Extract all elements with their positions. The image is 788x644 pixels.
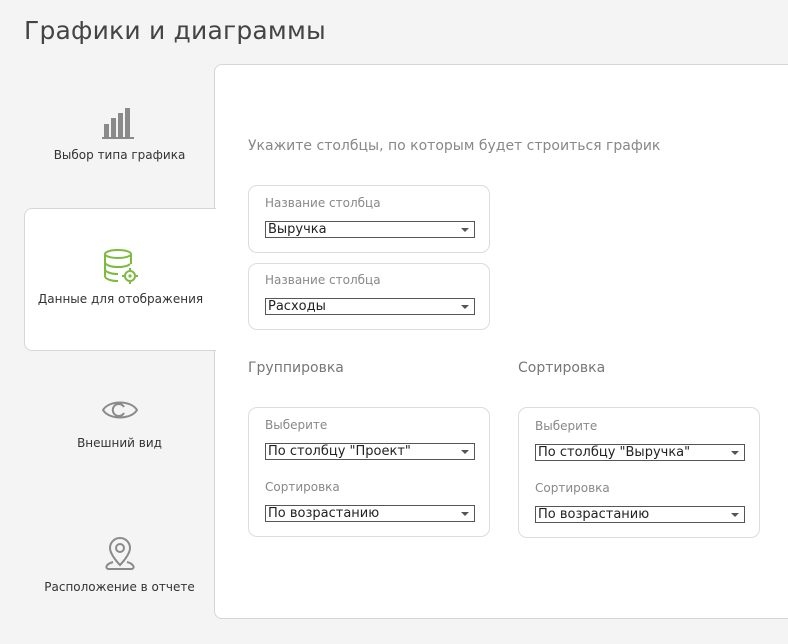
column-name-label: Название столбца [265, 273, 381, 287]
step-chart-type[interactable]: Выбор типа графика [24, 64, 215, 207]
column-select-value: Выручка [268, 222, 327, 237]
step-position[interactable]: Расположение в отчете [24, 496, 215, 639]
sorting-select-label: Выберите [535, 419, 598, 433]
sorting-title: Сортировка [518, 360, 606, 376]
eye-icon [101, 401, 138, 419]
column-select-1[interactable]: Выручка [265, 221, 475, 238]
sorting-order-value: По возрастанию [538, 507, 650, 522]
location-pin-icon [104, 537, 135, 570]
column-select-value: Расходы [268, 299, 326, 314]
bar-chart-icon [101, 108, 134, 139]
step-appearance[interactable]: Внешний вид [24, 352, 215, 495]
step-label: Выбор типа графика [53, 148, 186, 162]
page-title: Графики и диаграммы [24, 16, 326, 45]
column-card-1: Название столбца Выручка [248, 185, 490, 253]
sorting-order-label: Сортировка [535, 481, 610, 495]
database-settings-icon [103, 249, 138, 284]
grouping-title: Группировка [248, 360, 344, 376]
sorting-column-value: По столбцу "Выручка" [538, 445, 691, 460]
chevron-down-icon [731, 513, 739, 517]
chevron-down-icon [461, 228, 469, 232]
grouping-column-value: По столбцу "Проект" [268, 444, 411, 459]
step-label: Внешний вид [77, 436, 162, 450]
sorting-card: Выберите По столбцу "Выручка" Сортировка… [518, 407, 760, 538]
step-data[interactable]: Данные для отображения [24, 208, 216, 351]
grouping-card: Выберите По столбцу "Проект" Сортировка … [248, 407, 490, 537]
grouping-select-label: Выберите [265, 418, 328, 432]
step-label: Расположение в отчете [44, 580, 195, 594]
chevron-down-icon [731, 451, 739, 455]
step-label: Данные для отображения [37, 292, 204, 306]
column-card-2: Название столбца Расходы [248, 263, 490, 330]
column-name-label: Название столбца [265, 196, 381, 210]
grouping-order-label: Сортировка [265, 480, 340, 494]
chevron-down-icon [461, 512, 469, 516]
chevron-down-icon [461, 305, 469, 309]
column-select-2[interactable]: Расходы [265, 298, 475, 315]
sorting-column-select[interactable]: По столбцу "Выручка" [535, 444, 745, 461]
sorting-order-select[interactable]: По возрастанию [535, 506, 745, 523]
grouping-column-select[interactable]: По столбцу "Проект" [265, 443, 475, 460]
instruction-text: Укажите столбцы, по которым будет строит… [248, 138, 661, 154]
grouping-order-select[interactable]: По возрастанию [265, 505, 475, 522]
chevron-down-icon [461, 450, 469, 454]
grouping-order-value: По возрастанию [268, 506, 380, 521]
